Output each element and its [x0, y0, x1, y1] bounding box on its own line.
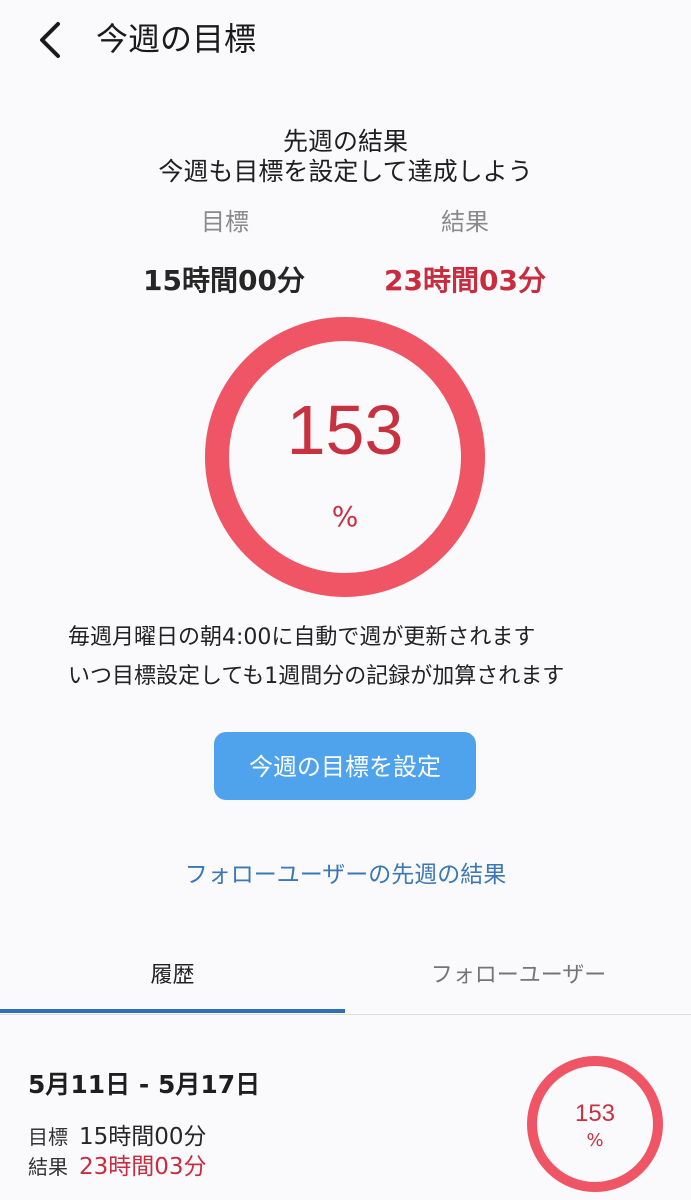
- history-result-label: 結果: [28, 1155, 68, 1179]
- page-title: 今週の目標: [96, 20, 257, 58]
- goal-label: 目標: [201, 208, 249, 236]
- tab-follow-users[interactable]: フォローユーザー: [346, 944, 691, 1012]
- info-text-line-2: いつ目標設定しても1週間分の記録が加算されます: [68, 664, 565, 689]
- tab-bar: 履歴 フォローユーザー: [0, 944, 691, 1015]
- history-date-range: 5月11日 - 5月17日: [28, 1070, 261, 1099]
- follow-users-last-week-link[interactable]: フォローユーザーの先週の結果: [0, 858, 691, 892]
- chevron-left-icon: [40, 22, 60, 58]
- tab-history[interactable]: 履歴: [0, 944, 345, 1012]
- active-tab-indicator: [0, 1009, 345, 1013]
- back-button[interactable]: [30, 18, 74, 62]
- result-label: 結果: [441, 208, 489, 236]
- history-list-item[interactable]: 5月11日 - 5月17日 目標 15時間00分 結果 23時間03分 153 …: [0, 1014, 691, 1200]
- app-header: 今週の目標: [0, 0, 691, 84]
- history-goal-label: 目標: [28, 1125, 68, 1149]
- history-result-value: 23時間03分: [79, 1154, 207, 1180]
- info-text-line-1: 毎週月曜日の朝4:00に自動で週が更新されます: [68, 625, 536, 650]
- progress-percent: 153: [286, 391, 404, 469]
- goal-value: 15時間00分: [143, 264, 305, 297]
- history-progress-percent: 153: [574, 1100, 616, 1127]
- set-goal-button[interactable]: 今週の目標を設定: [214, 732, 476, 800]
- summary-subtitle: 今週も目標を設定して達成しよう: [158, 157, 533, 186]
- progress-percent-unit: %: [331, 500, 359, 533]
- result-value: 23時間03分: [384, 264, 546, 297]
- summary-title: 先週の結果: [282, 127, 408, 156]
- history-goal-value: 15時間00分: [79, 1124, 207, 1150]
- history-progress-percent-unit: %: [586, 1130, 604, 1151]
